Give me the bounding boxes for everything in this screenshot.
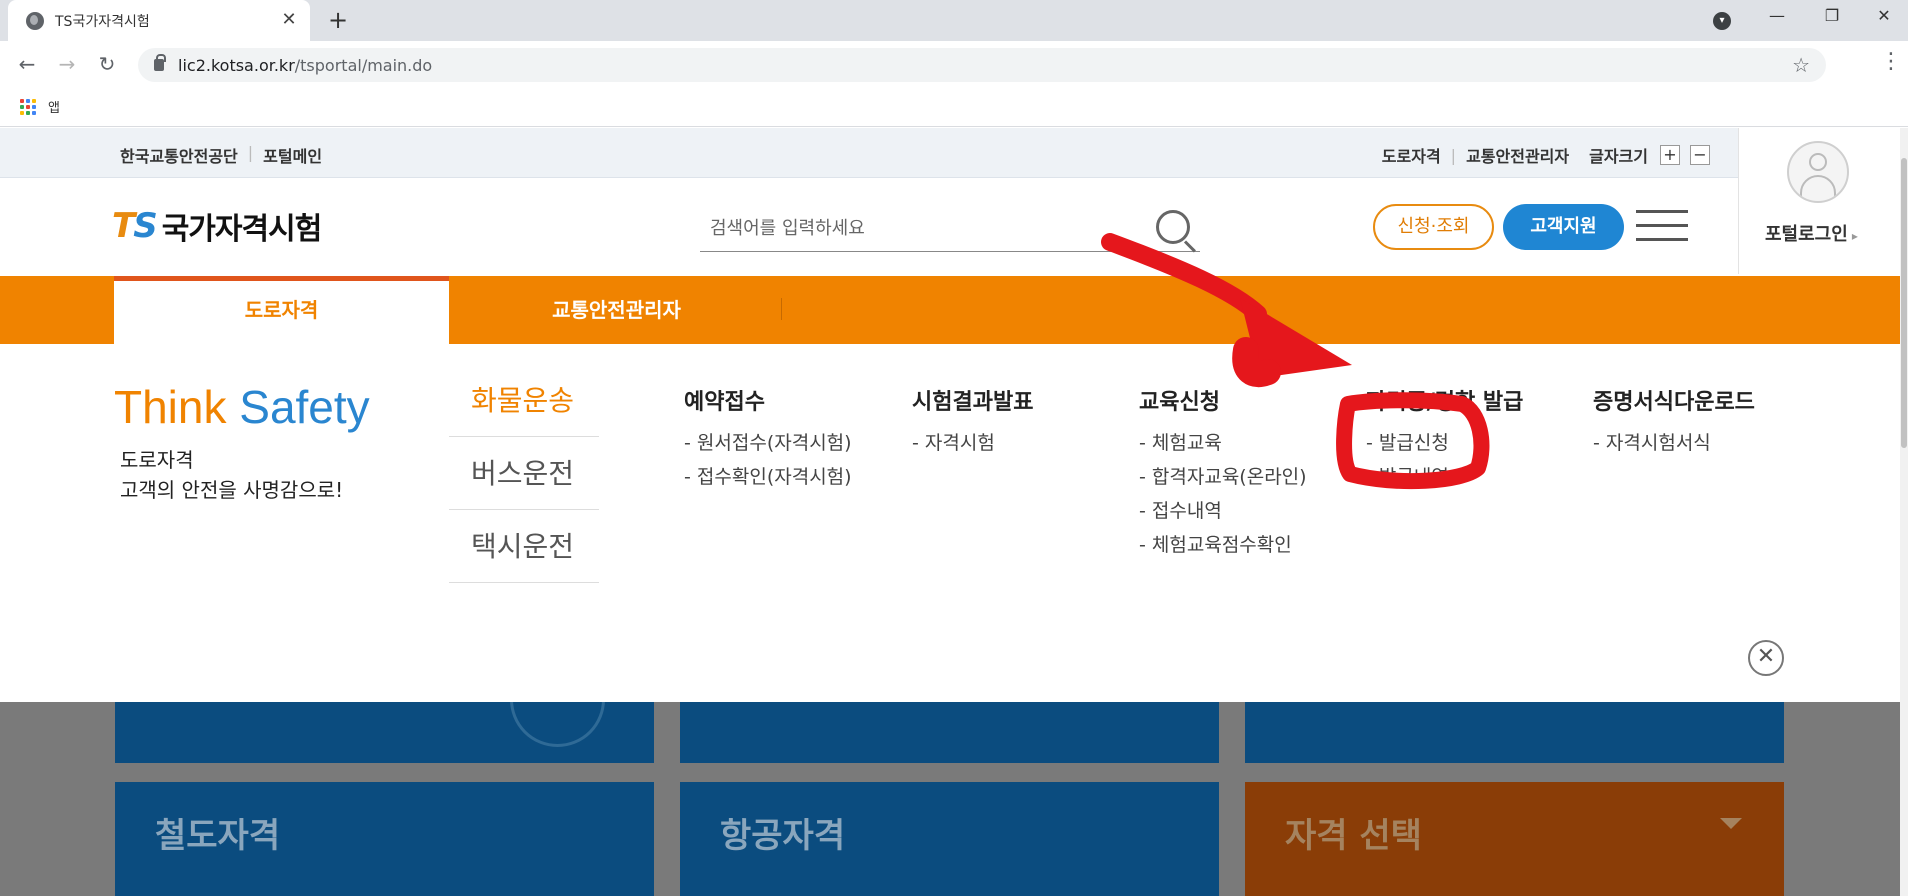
search-input[interactable] bbox=[700, 208, 1130, 248]
tab-title: TS국가자격시험 bbox=[55, 13, 150, 30]
utility-bar: 한국교통안전공단 | 포털메인 도로자격 | 교통안전관리자 글자크기 + − bbox=[0, 128, 1900, 178]
hamburger-menu-icon[interactable] bbox=[1636, 208, 1688, 244]
search-box bbox=[700, 208, 1200, 252]
kotsa-link[interactable]: 한국교통안전공단 bbox=[120, 143, 238, 167]
menu-title[interactable]: 증명서식다운로드 bbox=[1593, 384, 1755, 416]
think-safety-slogan: Think Safety bbox=[114, 381, 370, 433]
web-page: 한국교통안전공단 | 포털메인 도로자격 | 교통안전관리자 글자크기 + − 포… bbox=[0, 128, 1900, 896]
tab-road-qualification[interactable]: 도로자격 bbox=[114, 276, 449, 344]
menu-link[interactable]: - 접수내역 bbox=[1139, 494, 1307, 528]
menu-link[interactable]: - 자격시험서식 bbox=[1593, 426, 1755, 460]
bookmarks-bar: 앱 bbox=[0, 87, 1908, 127]
rail-card[interactable]: 철도자격 bbox=[115, 782, 654, 896]
menu-link[interactable]: - 자격시험 bbox=[912, 426, 1033, 460]
menu-column-education: 교육신청 - 체험교육 - 합격자교육(온라인) - 접수내역 - 체험교육점수… bbox=[1139, 384, 1307, 562]
forward-icon[interactable]: → bbox=[53, 51, 81, 79]
category-taxi[interactable]: 택시운전 bbox=[449, 510, 599, 583]
menu-title[interactable]: 시험결과발표 bbox=[912, 384, 1033, 416]
page-scrollbar[interactable] bbox=[1900, 128, 1908, 896]
portal-main-link[interactable]: 포털메인 bbox=[263, 143, 322, 167]
close-tab-icon[interactable]: ✕ bbox=[278, 9, 300, 30]
menu-title[interactable]: 자격증/명함 발급 bbox=[1366, 384, 1523, 416]
close-menu-icon[interactable]: ✕ bbox=[1748, 640, 1784, 676]
nav-divider bbox=[781, 298, 782, 320]
menu-link[interactable]: - 합격자교육(온라인) bbox=[1139, 460, 1307, 494]
site-header: TS 국가자격시험 신청·조회 고객지원 bbox=[0, 178, 1900, 276]
apps-bookmark[interactable]: 앱 bbox=[48, 97, 60, 116]
aviation-card[interactable]: 항공자격 bbox=[680, 782, 1219, 896]
logo-title: 국가자격시험 bbox=[161, 212, 323, 247]
menu-column-results: 시험결과발표 - 자격시험 bbox=[912, 384, 1033, 460]
category-list: 화물운송 버스운전 택시운전 bbox=[449, 364, 599, 583]
issue-history-link[interactable]: - 발급내역 bbox=[1366, 460, 1523, 494]
bookmark-star-icon[interactable]: ☆ bbox=[1792, 53, 1810, 77]
minimize-icon[interactable]: — bbox=[1755, 6, 1799, 25]
issue-request-link[interactable]: - 발급신청 bbox=[1366, 426, 1523, 460]
main-navigation: 도로자격 교통안전관리자 bbox=[0, 276, 1900, 344]
tab-search-icon[interactable]: ▾ bbox=[1713, 12, 1731, 30]
traffic-safety-manager-link[interactable]: 교통안전관리자 bbox=[1466, 143, 1569, 167]
user-avatar-icon bbox=[1787, 141, 1849, 203]
window-close-icon[interactable]: ✕ bbox=[1862, 6, 1906, 25]
restore-icon[interactable]: ❐ bbox=[1810, 6, 1854, 25]
rail-card-title: 철도자격 bbox=[155, 816, 281, 856]
qualification-select-label: 자격 선택 bbox=[1285, 816, 1422, 856]
ts-logo-mark: TS bbox=[112, 206, 158, 246]
address-bar-row: ← → ↻ lic2.kotsa.or.kr/tsportal/main.do … bbox=[0, 41, 1908, 87]
qualification-select[interactable]: 자격 선택 bbox=[1245, 782, 1784, 896]
browser-tab-bar: TS국가자격시험 ✕ + ▾ — ❐ ✕ bbox=[0, 0, 1908, 41]
font-increase-button[interactable]: + bbox=[1660, 145, 1680, 165]
font-decrease-button[interactable]: − bbox=[1690, 145, 1710, 165]
menu-title[interactable]: 예약접수 bbox=[684, 384, 852, 416]
customer-support-button[interactable]: 고객지원 bbox=[1503, 204, 1624, 250]
mega-menu-panel: Think Safety 도로자격 고객의 안전을 사명감으로! 화물운송 버스… bbox=[0, 344, 1900, 702]
browser-menu-icon[interactable]: ⋮ bbox=[1880, 49, 1902, 74]
globe-icon bbox=[26, 11, 44, 30]
portal-login-box[interactable]: 포털로그인 ▸ bbox=[1738, 128, 1900, 274]
menu-column-reservation: 예약접수 - 원서접수(자격시험) - 접수확인(자격시험) bbox=[684, 384, 852, 494]
tab-traffic-safety-manager[interactable]: 교통안전관리자 bbox=[449, 276, 784, 344]
category-bus[interactable]: 버스운전 bbox=[449, 437, 599, 510]
aviation-card-title: 항공자격 bbox=[720, 816, 846, 856]
menu-link[interactable]: - 접수확인(자격시험) bbox=[684, 460, 852, 494]
lock-icon bbox=[154, 54, 166, 71]
menu-column-issuance: 자격증/명함 발급 - 발급신청 - 발급내역 bbox=[1366, 384, 1523, 494]
page-overlay: 철도자격 항공자격 자격 선택 bbox=[0, 652, 1900, 896]
reload-icon[interactable]: ↻ bbox=[93, 51, 121, 79]
url-path: /tsportal/main.do bbox=[294, 55, 433, 75]
menu-title[interactable]: 교육신청 bbox=[1139, 384, 1307, 416]
menu-column-forms: 증명서식다운로드 - 자격시험서식 bbox=[1593, 384, 1755, 460]
portal-login-label: 포털로그인 bbox=[1765, 224, 1848, 245]
caret-down-icon bbox=[1720, 818, 1742, 829]
back-icon[interactable]: ← bbox=[13, 51, 41, 79]
url-host: lic2.kotsa.or.kr bbox=[178, 55, 295, 75]
menu-link[interactable]: - 체험교육점수확인 bbox=[1139, 528, 1307, 562]
category-cargo[interactable]: 화물운송 bbox=[449, 364, 599, 437]
search-icon[interactable] bbox=[1156, 210, 1190, 244]
road-qualification-link[interactable]: 도로자격 bbox=[1382, 143, 1441, 167]
slogan-line-2: 고객의 안전을 사명감으로! bbox=[120, 478, 344, 502]
apply-lookup-button[interactable]: 신청·조회 bbox=[1373, 204, 1494, 250]
menu-link[interactable]: - 원서접수(자격시험) bbox=[684, 426, 852, 460]
browser-tab[interactable]: TS국가자격시험 ✕ bbox=[8, 0, 310, 41]
slogan-line-1: 도로자격 bbox=[120, 448, 194, 472]
menu-link[interactable]: - 체험교육 bbox=[1139, 426, 1307, 460]
site-logo[interactable]: TS 국가자격시험 bbox=[112, 204, 323, 248]
chevron-right-icon: ▸ bbox=[1851, 229, 1858, 243]
new-tab-button[interactable]: + bbox=[325, 6, 351, 34]
font-size-label: 글자크기 bbox=[1589, 147, 1648, 166]
url-field[interactable]: lic2.kotsa.or.kr/tsportal/main.do ☆ bbox=[138, 48, 1826, 82]
apps-grid-icon[interactable] bbox=[20, 98, 36, 115]
